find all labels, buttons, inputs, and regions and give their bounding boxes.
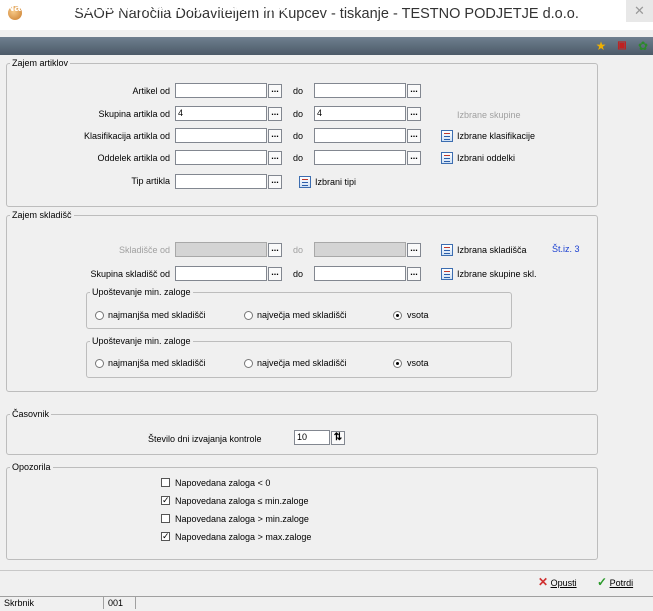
klasifikacija-do-input[interactable] (314, 128, 406, 143)
label-do: do (293, 269, 304, 279)
klasifikacija-do-browse-button[interactable]: ... (407, 129, 421, 143)
checkbox-label: Napovedana zaloga > min.zaloge (175, 514, 309, 524)
artikel-od-input[interactable] (175, 83, 267, 98)
oddelek-do-input[interactable] (314, 150, 406, 165)
oddelek-od-browse-button[interactable]: ... (268, 151, 282, 165)
izbrani-oddelki-link[interactable]: Izbrani oddelki (457, 153, 515, 163)
label-do: do (293, 131, 304, 141)
radio-label: najmanjša med skladišči (108, 310, 206, 320)
cancel-button[interactable]: ✕ Opusti (538, 575, 577, 589)
artikel-do-browse-button[interactable]: ... (407, 84, 421, 98)
group-title: Časovnik (12, 409, 50, 419)
klasifikacija-od-browse-button[interactable]: ... (268, 129, 282, 143)
skladisce-od-input (175, 242, 267, 257)
label-do: do (293, 245, 304, 255)
label-do: do (293, 86, 304, 96)
group-title: Opozorila (12, 462, 51, 472)
group-title: Upoštevanje min. zaloge (92, 336, 191, 346)
label-artikel-od: Artikel od (132, 86, 170, 96)
checkbox-zaloga-gt-min[interactable] (161, 514, 170, 523)
st-iz-link[interactable]: Št.iz. 3 (552, 244, 580, 254)
label-tip-artikla: Tip artikla (131, 176, 170, 186)
izbrani-tipi-link[interactable]: Izbrani tipi (315, 177, 356, 187)
label-do: do (293, 109, 304, 119)
checkbox-label: Napovedana zaloga < 0 (175, 478, 271, 488)
list-select-icon[interactable] (441, 130, 453, 142)
radio-vsota-2[interactable] (393, 359, 402, 368)
status-user: Skrbnik (0, 597, 104, 609)
izbrane-skupine-label: Izbrane skupine (457, 110, 521, 120)
klasifikacija-od-input[interactable] (175, 128, 267, 143)
checkbox-label: Napovedana zaloga ≤ min.zaloge (175, 496, 309, 506)
tools-icon[interactable]: ✿ (636, 39, 650, 53)
oddelek-do-browse-button[interactable]: ... (407, 151, 421, 165)
skupina-skladisc-do-input[interactable] (314, 266, 406, 281)
label-klasifikacija-od: Klasifikacija artikla od (83, 131, 170, 141)
skupina-skladisc-od-input[interactable] (175, 266, 267, 281)
artikel-do-input[interactable] (314, 83, 406, 98)
radio-najmanjsa-1[interactable] (95, 311, 104, 320)
checkbox-label: Napovedana zaloga > max.zaloge (175, 532, 312, 542)
skladisce-do-browse-button: ... (407, 243, 421, 257)
label-skupina-od: Skupina artikla od (98, 109, 170, 119)
confirm-label: Potrdi (609, 578, 634, 588)
izbrane-klasifikacije-link[interactable]: Izbrane klasifikacije (457, 131, 535, 141)
artikel-od-browse-button[interactable]: ... (268, 84, 282, 98)
group-min-zaloge-1: Upoštevanje min. zaloge (86, 287, 512, 329)
list-select-icon[interactable] (441, 244, 453, 256)
list-select-icon[interactable] (441, 268, 453, 280)
skupina-do-input[interactable]: 4 (314, 106, 406, 121)
skupina-skladisc-od-browse-button[interactable]: ... (268, 267, 282, 281)
group-title: Upoštevanje min. zaloge (92, 287, 191, 297)
status-code: 001 (104, 597, 136, 609)
label-do: do (293, 153, 304, 163)
label-skladisce-od: Skladišče od (118, 245, 170, 255)
group-title: Zajem artiklov (12, 58, 69, 68)
radio-label: največja med skladišči (257, 358, 347, 368)
group-title: Zajem skladišč (12, 210, 72, 220)
group-opozorila: Opozorila (6, 462, 598, 560)
checkmark-icon: ✓ (597, 575, 608, 589)
spinner-arrows-icon[interactable]: ⇅ (331, 431, 345, 445)
group-min-zaloge-2: Upoštevanje min. zaloge (86, 336, 512, 378)
radio-najmanjsa-2[interactable] (95, 359, 104, 368)
izbrane-skupine-skl-link[interactable]: Izbrane skupine skl. (457, 269, 537, 279)
stevilo-dni-input[interactable]: 10 (294, 430, 330, 445)
close-button[interactable]: ✕ (626, 0, 653, 22)
radio-label: najmanjša med skladišči (108, 358, 206, 368)
checkbox-zaloga-lt-0[interactable] (161, 478, 170, 487)
tip-artikla-input[interactable] (175, 174, 267, 189)
radio-label: največja med skladišči (257, 310, 347, 320)
separator (0, 570, 653, 571)
oddelek-od-input[interactable] (175, 150, 267, 165)
form-title: Nastavitve pregleda neustreznih napoveda… (6, 2, 290, 14)
cancel-label: Opusti (550, 578, 577, 588)
skupina-od-input[interactable]: 4 (175, 106, 267, 121)
radio-label: vsota (407, 310, 429, 320)
radio-najvecja-1[interactable] (244, 311, 253, 320)
checkbox-zaloga-le-min[interactable]: ✓ (161, 496, 170, 505)
pdf-icon[interactable]: ▣ (615, 39, 629, 53)
radio-najvecja-2[interactable] (244, 359, 253, 368)
close-x-icon: ✕ (538, 575, 549, 589)
checkbox-zaloga-gt-max[interactable]: ✓ (161, 532, 170, 541)
izbrana-skladisca-link[interactable]: Izbrana skladišča (457, 245, 527, 255)
star-icon[interactable]: ★ (594, 39, 608, 53)
label-oddelek-od: Oddelek artikla od (97, 153, 170, 163)
skupina-do-browse-button[interactable]: ... (407, 107, 421, 121)
list-select-icon[interactable] (299, 176, 311, 188)
list-select-icon[interactable] (441, 152, 453, 164)
confirm-button[interactable]: ✓ Potrdi (597, 575, 633, 589)
radio-vsota-1[interactable] (393, 311, 402, 320)
label-stevilo-dni: Število dni izvajanja kontrole (148, 434, 262, 444)
skladisce-do-input (314, 242, 406, 257)
skladisce-od-browse-button: ... (268, 243, 282, 257)
form-header (0, 37, 653, 55)
skupina-skladisc-do-browse-button[interactable]: ... (407, 267, 421, 281)
tip-artikla-browse-button[interactable]: ... (268, 175, 282, 189)
radio-label: vsota (407, 358, 429, 368)
skupina-od-browse-button[interactable]: ... (268, 107, 282, 121)
label-skupina-skladisc-od: Skupina skladišč od (90, 269, 170, 279)
